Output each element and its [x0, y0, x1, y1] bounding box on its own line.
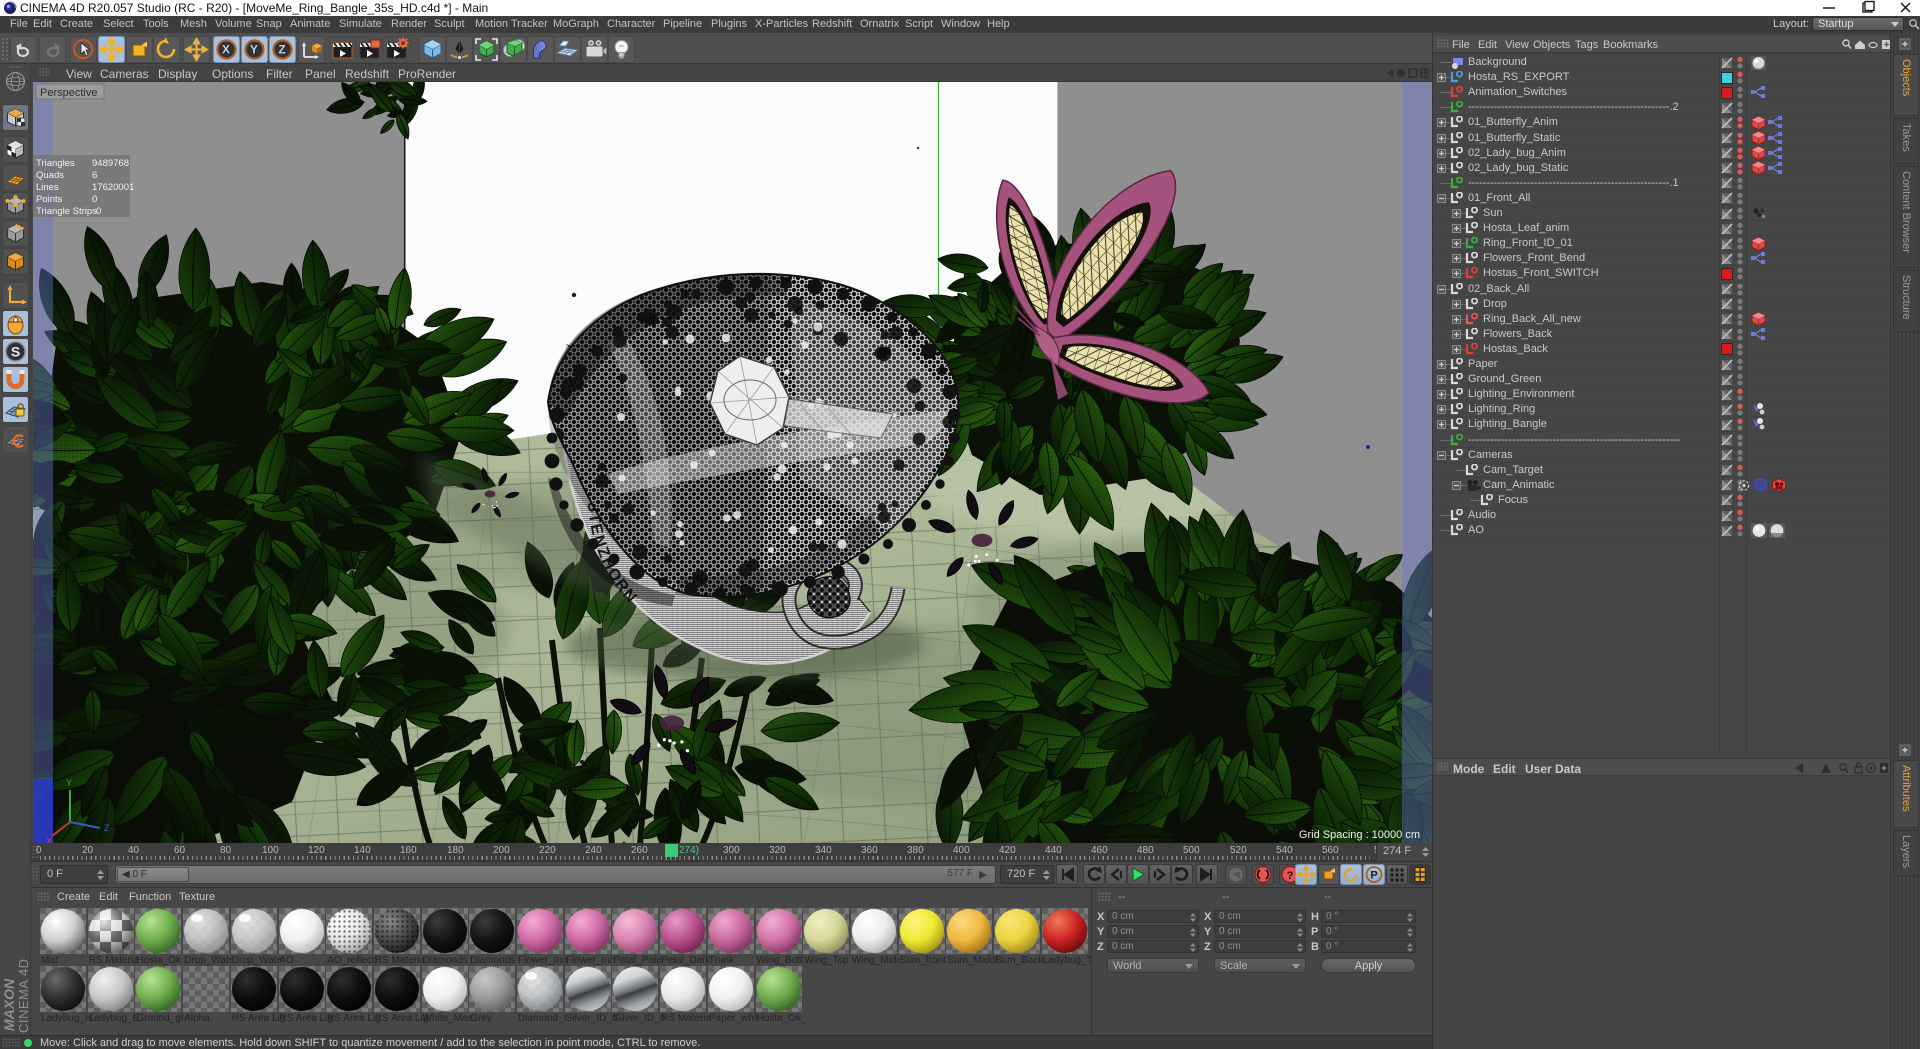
svg-text:Quads: Quads [36, 170, 64, 181]
svg-text:S: S [11, 344, 20, 360]
svg-text:Grid Spacing : 10000 cm: Grid Spacing : 10000 cm [1299, 829, 1420, 841]
svg-text:X: X [46, 836, 52, 843]
svg-text:Z: Z [104, 823, 110, 833]
svg-text:Lines: Lines [36, 182, 59, 193]
svg-text:9489768: 9489768 [92, 158, 129, 169]
svg-text:17620001: 17620001 [92, 182, 134, 193]
svg-text:Z: Z [278, 43, 285, 57]
svg-text:Perspective: Perspective [40, 87, 97, 99]
svg-text:Points: Points [36, 194, 63, 205]
svg-text:Y: Y [250, 43, 258, 57]
svg-text:6: 6 [92, 170, 97, 181]
svg-text:0: 0 [96, 206, 101, 217]
svg-text:Triangles: Triangles [36, 158, 75, 169]
svg-text:0: 0 [92, 194, 97, 205]
svg-text:Triangle Strips: Triangle Strips [36, 206, 97, 217]
svg-text:?: ? [1287, 870, 1294, 882]
svg-text:Y: Y [66, 778, 72, 788]
svg-text:P: P [1370, 870, 1377, 882]
svg-text:X: X [222, 43, 230, 57]
